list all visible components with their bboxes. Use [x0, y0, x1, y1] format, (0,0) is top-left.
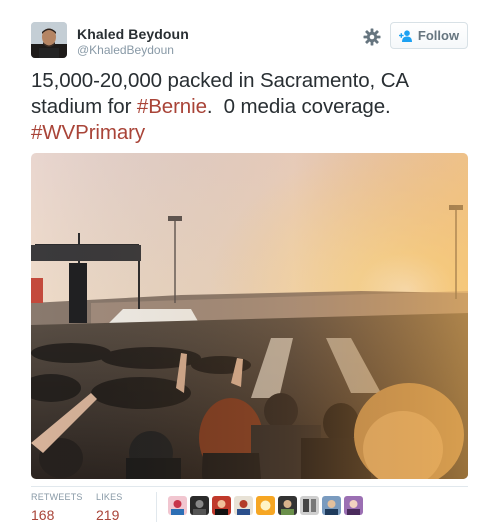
likes-count: 219: [96, 507, 120, 523]
tweet-photo[interactable]: [31, 153, 468, 479]
author-name[interactable]: Khaled Beydoun: [77, 26, 189, 42]
liker-avatar[interactable]: [190, 496, 209, 515]
stats-separator: [156, 492, 157, 522]
retweets-label: RETWEETS: [31, 492, 83, 502]
liker-avatar[interactable]: [212, 496, 231, 515]
stadium-rally-photo-icon: [31, 153, 468, 479]
liker-avatar[interactable]: [300, 496, 319, 515]
liker-avatar[interactable]: [234, 496, 253, 515]
profile-photo-icon: [31, 22, 67, 58]
likes-label: LIKES: [96, 492, 123, 502]
retweets-stat[interactable]: RETWEETS 168: [31, 492, 83, 523]
liker-avatar[interactable]: [322, 496, 341, 515]
liker-avatar[interactable]: [256, 496, 275, 515]
tweet-text-line2-pre: stadium for: [31, 95, 137, 118]
likes-stat[interactable]: LIKES 219: [96, 492, 123, 523]
liker-avatar[interactable]: [168, 496, 187, 515]
add-user-icon: [398, 29, 412, 42]
tweet-text-line2-post: . 0 media coverage.: [206, 95, 391, 118]
liker-avatar[interactable]: [278, 496, 297, 515]
hashtag-wvprimary[interactable]: #WVPrimary: [31, 121, 145, 144]
liker-avatar[interactable]: [344, 496, 363, 515]
author-handle[interactable]: @KhaledBeydoun: [77, 43, 174, 57]
likers-avatars: [168, 496, 363, 515]
author-avatar[interactable]: [31, 22, 67, 58]
tweet-card: Khaled Beydoun @KhaledBeydoun Follow 15,…: [0, 0, 500, 527]
gear-icon[interactable]: [362, 27, 382, 47]
hashtag-bernie[interactable]: #Bernie: [137, 95, 207, 118]
retweets-count: 168: [31, 507, 55, 523]
follow-button[interactable]: Follow: [390, 22, 468, 49]
follow-label: Follow: [417, 28, 460, 43]
stats-divider-top: [31, 486, 468, 487]
tweet-text-line1: 15,000-20,000 packed in Sacramento, CA: [31, 69, 409, 92]
tweet-text: 15,000-20,000 packed in Sacramento, CA s…: [31, 68, 471, 146]
